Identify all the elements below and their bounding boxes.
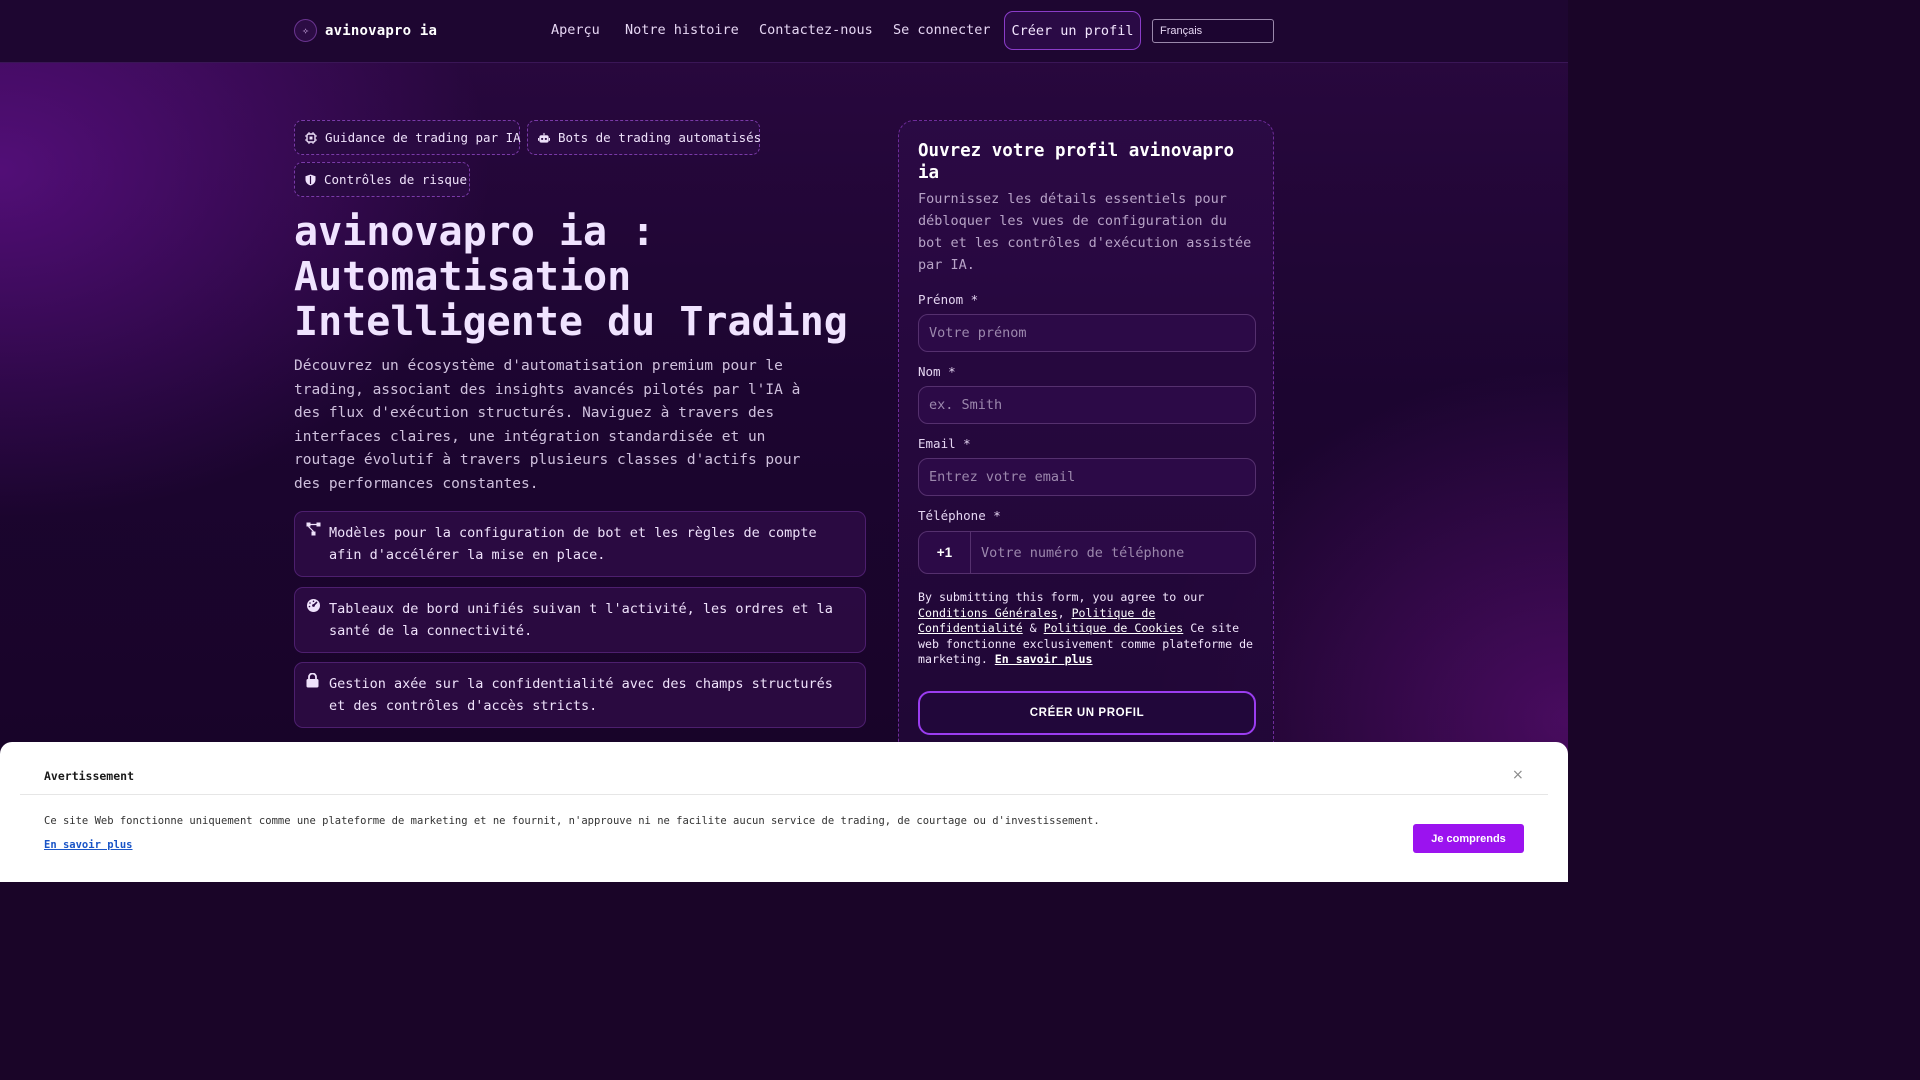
understand-button[interactable]: Je comprends <box>1413 824 1524 853</box>
create-profile-submit-button[interactable]: CRÉER UN PROFIL <box>918 691 1256 735</box>
email-label: Email * <box>918 436 971 451</box>
signup-form-card: Ouvrez votre profil avinovapro ia Fourni… <box>898 120 1274 760</box>
feature-text: Modèles pour la configuration de bot et … <box>329 525 817 563</box>
workflow-icon <box>306 522 321 537</box>
brand[interactable]: ✧ avinovapro ia <box>294 19 437 42</box>
hero-title: avinovapro ia : Automatisation Intellige… <box>294 209 848 345</box>
feature-text: Tableaux de bord unifiés suivan t l'acti… <box>329 601 833 639</box>
chip-label: Guidance de trading par IA <box>325 130 521 145</box>
chip-label: Contrôles de risque <box>324 172 467 187</box>
nav-link-apercu[interactable]: Aperçu <box>551 22 600 38</box>
form-title: Ouvrez votre profil avinovapro ia <box>918 141 1235 183</box>
feature-card-templates: Modèles pour la configuration de bot et … <box>294 511 866 577</box>
banner-title: Avertissement <box>44 769 135 783</box>
consent-separator: & <box>1022 621 1044 636</box>
sparkle-logo-icon: ✧ <box>294 19 317 42</box>
hero-description: Découvrez un écosystème d'automatisation… <box>294 358 801 492</box>
consent-text: By submitting this form, you agree to ou… <box>918 590 1258 668</box>
language-select[interactable]: Français <box>1152 19 1274 43</box>
chip-shield-icon <box>305 174 316 186</box>
banner-divider <box>20 794 1548 795</box>
consent-separator: , <box>1057 605 1072 620</box>
feature-card-privacy: Gestion axée sur la confidentialité avec… <box>294 662 866 728</box>
lock-icon <box>306 672 321 688</box>
nav-link-notre-histoire[interactable]: Notre histoire <box>625 22 739 38</box>
consent-prefix: By submitting this form, you agree to ou… <box>918 590 1205 604</box>
first-name-label: Prénom * <box>918 292 979 307</box>
brand-name: avinovapro ia <box>325 22 438 39</box>
phone-field: +1 Votre numéro de téléphone <box>918 531 1256 574</box>
chip-cpu-icon <box>305 131 317 144</box>
terms-link[interactable]: Conditions Générales <box>918 606 1058 620</box>
chip-automated-bots: Bots de trading automatisés <box>527 120 762 155</box>
country-code-select[interactable]: +1 <box>919 532 971 573</box>
chip-robot-icon <box>538 132 550 144</box>
last-name-input[interactable]: ex. Smith <box>918 386 1256 424</box>
last-name-label: Nom * <box>918 364 956 379</box>
chip-label: Bots de trading automatisés <box>558 130 762 145</box>
learn-more-link[interactable]: En savoir plus <box>995 652 1093 666</box>
feature-card-dashboards: Tableaux de bord unifiés suivan t l'acti… <box>294 587 866 653</box>
banner-text: Ce site Web fonctionne uniquement comme … <box>44 815 1100 827</box>
banner-learn-more-link[interactable]: En savoir plus <box>44 839 133 851</box>
create-profile-nav-button[interactable]: Créer un profil <box>1004 11 1141 50</box>
phone-input[interactable]: Votre numéro de téléphone <box>971 545 1184 561</box>
email-input[interactable]: Entrez votre email <box>918 458 1256 496</box>
dashboard-gauge-icon <box>306 598 321 613</box>
nav-link-contact[interactable]: Contactez-nous <box>759 22 873 38</box>
top-navbar: ✧ avinovapro ia Aperçu Notre histoire Co… <box>0 0 1568 63</box>
first-name-input[interactable]: Votre prénom <box>918 314 1256 352</box>
cookies-link[interactable]: Politique de Cookies <box>1044 621 1184 635</box>
chip-ai-guidance: Guidance de trading par IA <box>294 120 521 155</box>
nav-link-login[interactable]: Se connecter <box>893 22 991 38</box>
form-subtitle: Fournissez les détails essentiels pour d… <box>918 191 1252 273</box>
feature-text: Gestion axée sur la confidentialité avec… <box>329 676 833 714</box>
disclaimer-banner: Avertissement × Ce site Web fonctionne u… <box>0 742 1568 882</box>
chip-risk-controls: Contrôles de risque <box>294 162 470 197</box>
phone-label: Téléphone * <box>918 508 1001 523</box>
close-icon[interactable]: × <box>1512 767 1524 783</box>
